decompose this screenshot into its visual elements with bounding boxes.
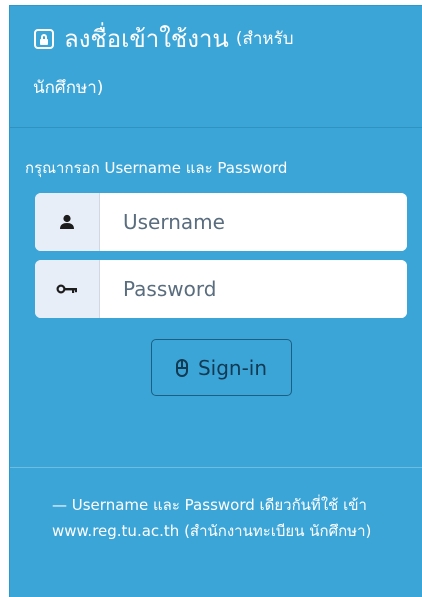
page-title: ลงชื่อเข้าใช้งาน — [64, 25, 229, 53]
lock-icon — [34, 29, 54, 49]
form-instruction: กรุณากรอก Username และ Password — [25, 159, 288, 177]
signin-button[interactable]: Sign-in — [151, 339, 292, 396]
key-icon — [35, 260, 100, 318]
user-icon — [35, 193, 100, 251]
mouse-icon — [175, 358, 188, 377]
password-input[interactable] — [100, 260, 407, 318]
panel-heading: ลงชื่อเข้าใช้งาน (สำหรับ นักศึกษา) — [10, 6, 422, 128]
footer-note: — Username และ Password เดียวกันที่ใช้ เ… — [52, 496, 372, 540]
username-input[interactable] — [100, 193, 407, 251]
username-group — [35, 193, 407, 251]
signin-label: Sign-in — [197, 355, 268, 380]
title-qualifier: (สำหรับ — [235, 29, 294, 49]
login-form: กรุณากรอก Username และ Password Username… — [10, 128, 422, 468]
title-qualifier-continued: นักศึกษา) — [33, 78, 104, 98]
login-panel: ลงชื่อเข้าใช้งาน (สำหรับ นักศึกษา) กรุณา… — [9, 5, 422, 597]
password-group — [35, 260, 407, 318]
heading-title-row: ลงชื่อเข้าใช้งาน (สำหรับ — [34, 24, 402, 54]
